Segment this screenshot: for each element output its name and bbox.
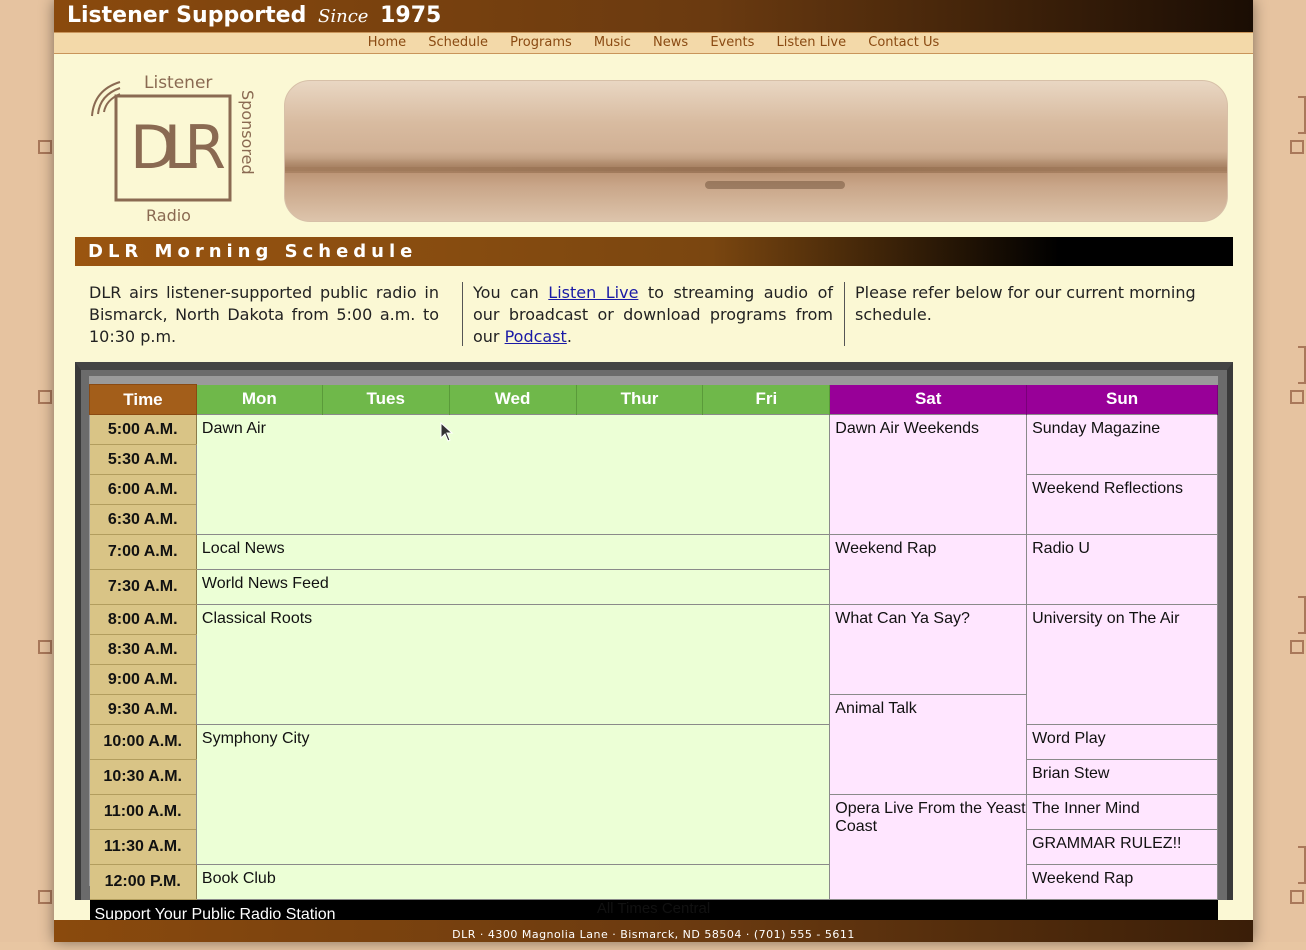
schedule-frame: Time Mon Tues Wed Thur Fri Sat Sun 5:00 …	[75, 362, 1233, 930]
intro-text: You can	[473, 283, 549, 302]
intro-column-3: Please refer below for our current morni…	[844, 282, 1215, 346]
program-local-news[interactable]: Local News	[195, 534, 831, 570]
program-radio-u[interactable]: Radio U	[1026, 534, 1218, 605]
wallpaper-square-icon	[1290, 890, 1304, 904]
nav-events[interactable]: Events	[710, 35, 754, 50]
nav-schedule[interactable]: Schedule	[428, 35, 488, 50]
program-symphony-city[interactable]: Symphony City	[195, 724, 831, 865]
wallpaper-bracket-icon	[1298, 96, 1306, 134]
listen-live-link[interactable]: Listen Live	[548, 283, 638, 302]
program-weekend-rap-sun[interactable]: Weekend Rap	[1026, 864, 1218, 900]
time-slot: 8:00 A.M.	[89, 604, 197, 635]
wallpaper-bracket-icon	[1298, 846, 1306, 884]
main-nav: Home Schedule Programs Music News Events…	[54, 32, 1253, 54]
time-slot: 8:30 A.M.	[89, 634, 197, 665]
header-sun: Sun	[1026, 384, 1218, 415]
wallpaper-square-icon	[1290, 390, 1304, 404]
time-slot: 7:00 A.M.	[89, 534, 197, 570]
time-slot: 9:30 A.M.	[89, 694, 197, 725]
nav-home[interactable]: Home	[368, 35, 406, 50]
wallpaper-square-icon	[1290, 140, 1304, 154]
header-mon: Mon	[196, 384, 323, 415]
logo-top-text: Listener	[144, 73, 212, 93]
wallpaper-square-icon	[38, 890, 52, 904]
brand-bar: Listener Supported Since 1975	[54, 0, 1253, 32]
program-animal-talk[interactable]: Animal Talk	[829, 694, 1028, 795]
schedule-inner: Time Mon Tues Wed Thur Fri Sat Sun 5:00 …	[89, 376, 1218, 930]
brand-year: 1975	[380, 3, 442, 28]
wallpaper-bracket-icon	[1298, 596, 1306, 634]
time-slot: 6:30 A.M.	[89, 504, 197, 535]
page-title: DLR Morning Schedule	[75, 237, 1233, 266]
schedule-header-row: Time Mon Tues Wed Thur Fri Sat Sun	[89, 384, 1218, 415]
page-container: Listener Supported Since 1975 Home Sched…	[54, 0, 1253, 942]
table-row: 12:00 P.M. Book Club Weekend Rap	[89, 864, 1218, 900]
program-brian-stew[interactable]: Brian Stew	[1026, 759, 1218, 795]
header-fri: Fri	[702, 384, 831, 415]
time-slot: 6:00 A.M.	[89, 474, 197, 505]
schedule-table: Time Mon Tues Wed Thur Fri Sat Sun 5:00 …	[89, 384, 1218, 930]
nav-music[interactable]: Music	[594, 35, 631, 50]
mouse-cursor-icon	[440, 422, 454, 442]
logo-bottom-text: Radio	[146, 206, 191, 225]
time-slot: 10:00 A.M.	[89, 724, 197, 760]
header-time: Time	[89, 384, 197, 415]
header-tue: Tues	[322, 384, 450, 415]
prairie-banner-image	[284, 80, 1228, 222]
wallpaper-square-icon	[38, 390, 52, 404]
program-what-can-ya-say[interactable]: What Can Ya Say?	[829, 604, 1028, 695]
nav-contact-us[interactable]: Contact Us	[868, 35, 939, 50]
program-dawn-air[interactable]: Dawn Air	[195, 414, 831, 535]
program-dawn-air-weekends[interactable]: Dawn Air Weekends	[829, 414, 1028, 535]
time-slot: 9:00 A.M.	[89, 664, 197, 695]
program-opera-live[interactable]: Opera Live From the Yeast Coast	[829, 794, 1028, 900]
table-row: 10:00 A.M. Symphony City Word Play	[89, 724, 1218, 865]
intro-column-2: You can Listen Live to streaming audio o…	[462, 282, 833, 346]
program-sunday-magazine[interactable]: Sunday Magazine	[1026, 414, 1218, 475]
nav-news[interactable]: News	[653, 35, 688, 50]
left-wallpaper	[0, 0, 54, 942]
podcast-link[interactable]: Podcast	[505, 327, 567, 346]
program-grammar-rulez[interactable]: GRAMMAR RULEZ!!	[1026, 829, 1218, 865]
program-weekend-rap-sat[interactable]: Weekend Rap	[829, 534, 1028, 605]
time-slot: 11:30 A.M.	[89, 829, 197, 865]
brand-since: Since	[318, 6, 369, 27]
table-row: 7:00 A.M. Local News Weekend Rap Radio U	[89, 534, 1218, 605]
wallpaper-bracket-icon	[1298, 346, 1306, 384]
dlr-logo[interactable]: Listener DLR Radio Sponsored	[84, 68, 264, 228]
logo-letters: DLR	[130, 113, 226, 183]
program-book-club[interactable]: Book Club	[195, 864, 831, 900]
program-world-news-feed[interactable]: World News Feed	[195, 569, 831, 605]
time-slot: 12:00 P.M.	[89, 864, 197, 900]
time-slot: 7:30 A.M.	[89, 569, 197, 605]
program-weekend-reflections[interactable]: Weekend Reflections	[1026, 474, 1218, 535]
brand-text: Listener Supported	[67, 3, 307, 28]
header-sat: Sat	[829, 384, 1028, 415]
header-wed: Wed	[449, 384, 577, 415]
time-slot: 5:30 A.M.	[89, 444, 197, 475]
timezone-note: All Times Central	[596, 900, 711, 917]
logo-side-text: Sponsored	[238, 90, 257, 175]
table-row: 8:00 A.M. Classical Roots What Can Ya Sa…	[89, 604, 1218, 725]
program-the-inner-mind[interactable]: The Inner Mind	[1026, 794, 1218, 830]
time-slot: 10:30 A.M.	[89, 759, 197, 795]
intro-column-1: DLR airs listener-supported public radio…	[89, 283, 439, 346]
header-area: Listener DLR Radio Sponsored	[54, 54, 1253, 236]
wallpaper-square-icon	[38, 640, 52, 654]
intro-text: .	[566, 327, 572, 346]
nav-listen-live[interactable]: Listen Live	[776, 35, 846, 50]
program-classical-roots[interactable]: Classical Roots	[195, 604, 831, 725]
site-footer: DLR · 4300 Magnolia Lane · Bismarck, ND …	[54, 920, 1253, 942]
time-slot: 11:00 A.M.	[89, 794, 197, 830]
time-slot: 5:00 A.M.	[89, 414, 197, 445]
wallpaper-square-icon	[38, 140, 52, 154]
program-university-on-the-air[interactable]: University on The Air	[1026, 604, 1218, 725]
wallpaper-square-icon	[1290, 640, 1304, 654]
header-thu: Thur	[576, 384, 704, 415]
program-word-play[interactable]: Word Play	[1026, 724, 1218, 760]
nav-programs[interactable]: Programs	[510, 35, 572, 50]
right-wallpaper	[1252, 0, 1306, 942]
table-row: 5:00 A.M. Dawn Air Dawn Air Weekends Sun…	[89, 414, 1218, 535]
